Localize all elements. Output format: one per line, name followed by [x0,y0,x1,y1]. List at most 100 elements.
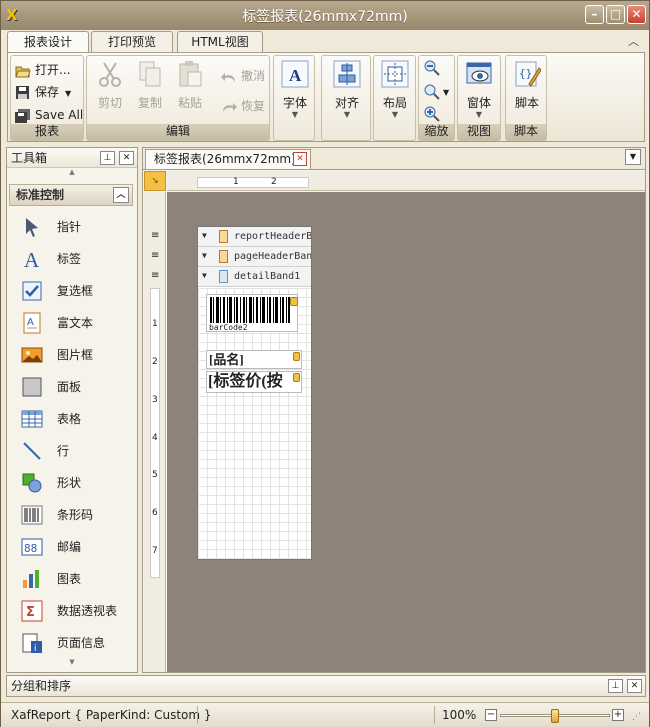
chevron-up-icon[interactable]: ︿ [113,187,129,203]
ruler-left-mark: 5 [152,470,158,480]
redo-button[interactable]: 恢复 [221,96,265,116]
scroll-down-icon[interactable]: ▼ [7,658,137,668]
toolbox-item-richtext[interactable]: A 富文本 [9,308,132,336]
band-collapse-icon[interactable]: ▼ [202,271,207,280]
toolbox-item-table[interactable]: 表格 [9,404,132,432]
close-icon[interactable]: ✕ [627,679,642,693]
label-price[interactable]: [标签价(按 [206,371,302,393]
band-report-header[interactable]: ▼ reportHeaderBand1 [198,227,311,247]
band-collapse-icon[interactable]: ▼ [202,231,207,240]
toolbox-item-label[interactable]: A 标签 [9,244,132,272]
ruler-left: ≡ ≡ ≡ 1 2 3 4 5 6 7 [144,192,166,672]
document-list-chevron-icon[interactable]: ▼ [625,149,641,165]
toolbox-item-picturebox[interactable]: 图片框 [9,340,132,368]
toolbox-item-pointer[interactable]: 指针 [9,212,132,240]
toolbox-item-pivotgrid[interactable]: Σ 数据透视表 [9,596,132,624]
tab-report-design[interactable]: 报表设计 [7,31,89,54]
toolbox-item-barcode[interactable]: 条形码 [9,500,132,528]
band-detail[interactable]: ▼ detailBand1 [198,267,311,287]
font-button[interactable]: A 字体 ▼ [278,60,312,119]
ruler-left-mark: 7 [152,546,158,556]
tab-html-view[interactable]: HTML视图 [177,31,263,53]
ruler-left-mark: 2 [152,357,158,367]
table-icon [21,408,43,430]
copy-button[interactable]: 复制 [133,60,167,111]
title-bar: Ⅹ 标签报表(26mmx72mm) – □ ✕ [1,1,649,30]
zoom-slider-thumb[interactable] [551,709,559,723]
undo-button[interactable]: 撤消 [221,66,265,86]
tab-print-preview[interactable]: 打印预览 [91,31,173,53]
band-collapse-icon[interactable]: ▼ [202,251,207,260]
copy-icon [139,61,161,87]
cut-button[interactable]: 剪切 [93,60,127,111]
line-icon [21,440,43,462]
font-icon: A [281,60,309,88]
toolbox-item-shape[interactable]: 形状 [9,468,132,496]
toolbox-item-label: 行 [57,444,70,458]
toolbox-item-pageinfo[interactable]: i 页面信息 [9,628,132,656]
svg-text:A: A [24,248,40,270]
maximize-icon: □ [609,7,622,21]
toolbox-item-zipcode[interactable]: 88 邮编 [9,532,132,560]
resize-grip-icon[interactable]: ⋰ [632,712,641,722]
layout-button[interactable]: 布局 ▼ [378,60,412,119]
panel-icon [21,376,43,398]
zoom-level: 100% [442,708,477,722]
save-all-icon [15,108,31,123]
paste-button[interactable]: 粘贴 [173,60,207,111]
smart-tag-icon[interactable] [293,352,300,361]
pointer-icon [21,216,43,238]
chevron-down-icon: ▼ [65,89,72,98]
close-button[interactable]: ✕ [627,5,646,24]
group-script: {} 脚本 脚本 [505,55,547,141]
maximize-button[interactable]: □ [606,5,625,24]
detail-grid: barCode2 [品名] [标签价(按 [198,288,311,559]
ribbon-collapse-icon[interactable]: ︿ [628,33,639,49]
zoom-in-button[interactable]: + [612,709,624,721]
group-align: 对齐 ▼ [321,55,371,141]
smart-tag-icon[interactable] [293,373,300,382]
pin-icon[interactable]: ⊥ [100,151,115,165]
ruler-corner-icon[interactable]: ↘ [144,171,166,191]
toolbox-item-checkbox[interactable]: 复选框 [9,276,132,304]
zoom-out-button[interactable]: − [485,709,497,721]
chevron-down-icon: ▼ [475,110,483,119]
toolbox-item-line[interactable]: 行 [9,436,132,464]
ruler-left-mark: 4 [152,433,158,443]
close-icon[interactable]: ✕ [119,151,134,165]
window-title: 标签报表(26mmx72mm) [242,9,408,25]
save-button[interactable]: 保存 ▼ [15,82,71,102]
svg-text:A: A [27,317,34,328]
scroll-up-icon[interactable]: ▲ [7,168,137,180]
band-marker-icon: ≡ [151,230,160,241]
smart-tag-icon[interactable] [290,297,298,306]
pin-icon[interactable]: ⊥ [608,679,623,693]
minimize-button[interactable]: – [585,5,604,24]
label-product-name[interactable]: [品名] [206,350,302,369]
save-all-button[interactable]: Save All [15,105,83,125]
script-button[interactable]: {} 脚本 [510,60,544,111]
group-font: A 字体 ▼ [273,55,315,141]
close-tab-icon[interactable]: ✕ [293,152,307,166]
window-button[interactable]: 窗体 ▼ [462,60,496,119]
document-tab[interactable]: 标签报表(26mmx72mm) ✕ [145,149,311,169]
zoom-icon[interactable] [424,84,440,103]
shape-icon [21,472,43,494]
richtext-icon: A [21,312,43,334]
chevron-down-icon: ▼ [391,110,399,119]
open-button[interactable]: 打开... [15,60,70,80]
close-icon: ✕ [631,7,642,21]
toolbox-item-chart[interactable]: 图表 [9,564,132,592]
zoom-out-icon[interactable] [424,60,440,79]
zoom-in-icon[interactable] [424,106,440,125]
ruler-left-mark: 6 [152,508,158,518]
band-page-header[interactable]: ▼ pageHeaderBand1 [198,247,311,267]
group-sort-title: 分组和排序 [11,679,72,693]
barcode-control[interactable]: barCode2 [206,294,298,332]
layout-icon [381,60,409,88]
ruler-left-mark: 1 [152,319,158,329]
svg-text:88: 88 [24,542,37,555]
toolbox-item-panel[interactable]: 面板 [9,372,132,400]
toolbox-category[interactable]: 标准控制 ︿ [9,184,133,206]
align-button[interactable]: 对齐 ▼ [330,60,364,119]
